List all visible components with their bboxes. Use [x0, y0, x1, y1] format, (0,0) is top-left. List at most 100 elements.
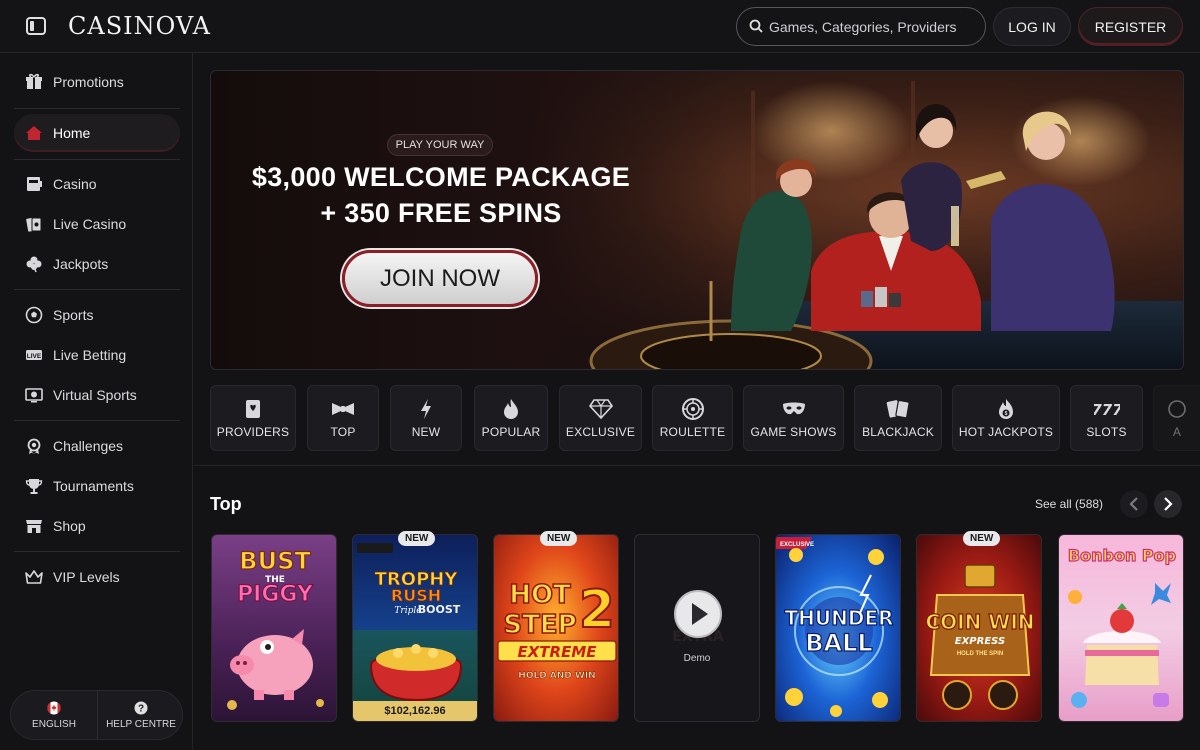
game-card-trophy-rush[interactable]: TROPHY RUSH Triple BOOST $102,162.96	[352, 534, 478, 722]
sidebar-item-label: Casino	[53, 176, 97, 192]
sidebar: Promotions Home Casino Live Casino Jackp…	[0, 53, 193, 750]
svg-text:2: 2	[579, 580, 615, 640]
sidebar-item-live-casino[interactable]: Live Casino	[14, 205, 180, 243]
sidebar-item-sports[interactable]: Sports	[14, 296, 180, 334]
svg-text:LIVE: LIVE	[27, 353, 42, 360]
medal-icon	[24, 436, 44, 456]
chevron-left-icon	[1129, 497, 1138, 511]
new-badge: NEW	[398, 531, 436, 546]
sidebar-toggle-icon[interactable]	[25, 15, 47, 37]
language-label: ENGLISH	[32, 718, 76, 730]
casino-icon	[24, 174, 44, 194]
help-icon: ?	[134, 701, 148, 714]
casinova-logo[interactable]: CASINOVA	[68, 12, 211, 40]
sidebar-item-shop[interactable]: Shop	[14, 507, 180, 545]
category-label: EXCLUSIVE	[565, 425, 636, 439]
sidebar-item-vip-levels[interactable]: VIP Levels	[14, 558, 180, 596]
section-title: Top	[210, 494, 242, 514]
sidebar-item-tournaments[interactable]: Tournaments	[14, 467, 180, 505]
demo-artwork: 3D EXTRA	[672, 590, 724, 645]
sidebar-item-live-betting[interactable]: LIVE Live Betting	[14, 336, 180, 374]
svg-text:HOLD AND WIN: HOLD AND WIN	[518, 671, 595, 681]
hero-banner[interactable]: PLAY YOUR WAY $3,000 WELCOME PACKAGE + 3…	[210, 70, 1184, 370]
svg-text:HOLD THE SPIN: HOLD THE SPIN	[957, 651, 1003, 657]
sidebar-item-label: VIP Levels	[53, 569, 120, 585]
category-more[interactable]: A	[1153, 385, 1200, 451]
live-badge-icon: LIVE	[24, 345, 44, 365]
sidebar-footer: ENGLISH ? HELP CENTRE	[10, 690, 183, 740]
sidebar-item-virtual-sports[interactable]: Virtual Sports	[14, 376, 180, 414]
help-centre-button[interactable]: ? HELP CENTRE	[98, 691, 184, 739]
game-card-coin-win-express[interactable]: COIN WIN EXPRESS HOLD THE SPIN	[916, 534, 1042, 722]
cards-icon	[886, 397, 910, 421]
join-now-button[interactable]: JOIN NOW	[342, 250, 538, 307]
svg-text:Bonbon Pop: Bonbon Pop	[1068, 546, 1176, 565]
game-card-demo[interactable]: 3D EXTRA Demo	[634, 534, 760, 722]
category-blackjack[interactable]: BLACKJACK	[854, 385, 942, 451]
crown-icon	[24, 567, 44, 587]
login-button[interactable]: LOG IN	[993, 7, 1071, 46]
category-hot-jackpots[interactable]: $ HOT JACKPOTS	[952, 385, 1060, 451]
svg-text:?: ?	[138, 703, 144, 714]
svg-text:BOOST: BOOST	[418, 603, 461, 616]
svg-text:$: $	[1005, 411, 1008, 417]
bust-the-piggy-artwork: BUST THE PIGGY	[227, 546, 324, 710]
sidebar-item-jackpots[interactable]: Jackpots	[14, 245, 180, 283]
category-label: ROULETTE	[659, 425, 726, 439]
carousel-prev-button[interactable]	[1120, 490, 1148, 518]
category-top[interactable]: TOP	[307, 385, 379, 451]
category-providers[interactable]: PROVIDERS	[210, 385, 296, 451]
sidebar-item-label: Sports	[53, 307, 94, 323]
svg-text:BALL: BALL	[805, 629, 872, 657]
svg-text:EXPRESS: EXPRESS	[955, 636, 1005, 647]
register-button[interactable]: REGISTER	[1078, 7, 1183, 46]
shop-icon	[24, 516, 44, 536]
flame-icon	[502, 397, 520, 421]
carousel-next-button[interactable]	[1154, 490, 1182, 518]
new-badge: NEW	[540, 531, 578, 546]
sidebar-item-casino[interactable]: Casino	[14, 165, 180, 203]
category-popular[interactable]: POPULAR	[474, 385, 548, 451]
virtual-sports-icon	[24, 385, 44, 405]
sidebar-item-label: Home	[53, 125, 91, 141]
section-divider	[194, 465, 1200, 466]
category-game-shows[interactable]: GAME SHOWS	[743, 385, 844, 451]
providers-icon	[243, 397, 263, 421]
category-label: GAME SHOWS	[750, 425, 837, 439]
sidebar-item-challenges[interactable]: Challenges	[14, 427, 180, 465]
see-all-link[interactable]: See all (588)	[1035, 497, 1103, 511]
trophy-rush-artwork: TROPHY RUSH Triple BOOST	[353, 543, 477, 703]
sidebar-item-home[interactable]: Home	[14, 114, 180, 152]
sidebar-item-label: Virtual Sports	[53, 387, 137, 403]
gift-icon	[24, 72, 44, 92]
category-label: A	[1172, 425, 1182, 439]
game-card-bust-the-piggy[interactable]: BUST THE PIGGY	[211, 534, 337, 722]
category-roulette[interactable]: ROULETTE	[652, 385, 733, 451]
game-card-hot-step-2-extreme[interactable]: HOT STEP 2 EXTREME HOLD AND WIN	[493, 534, 619, 722]
jackpot-amount: $102,162.96	[353, 701, 477, 721]
category-new[interactable]: NEW	[390, 385, 462, 451]
sidebar-item-label: Challenges	[53, 438, 124, 454]
sidebar-item-label: Live Betting	[53, 347, 127, 363]
search-input[interactable]	[769, 8, 974, 45]
thunder-ball-artwork: EXCLUSIVE THUNDER BALL	[776, 537, 894, 717]
sidebar-item-label: Tournaments	[53, 478, 134, 494]
help-label: HELP CENTRE	[106, 718, 176, 730]
category-slots[interactable]: 777 SLOTS	[1070, 385, 1143, 451]
search-box[interactable]	[736, 7, 986, 46]
category-exclusive[interactable]: EXCLUSIVE	[559, 385, 642, 451]
game-card-thunder-ball[interactable]: EXCLUSIVE THUNDER BALL	[775, 534, 901, 722]
mask-icon	[782, 397, 806, 421]
hero-title-line2: + 350 FREE SPINS	[320, 198, 562, 228]
search-icon	[749, 19, 763, 33]
coin-win-artwork: COIN WIN EXPRESS HOLD THE SPIN	[925, 564, 1035, 710]
trophy-icon	[24, 476, 44, 496]
game-card-bonbon-pop[interactable]: Bonbon Pop	[1058, 534, 1184, 722]
sidebar-item-label: Promotions	[53, 74, 124, 90]
new-badge: NEW	[963, 531, 1001, 546]
roulette-icon	[681, 397, 704, 421]
language-selector[interactable]: ENGLISH	[11, 691, 97, 739]
category-label: SLOTS	[1086, 425, 1127, 439]
svg-text:BUST: BUST	[239, 547, 311, 575]
sidebar-item-promotions[interactable]: Promotions	[14, 63, 180, 101]
